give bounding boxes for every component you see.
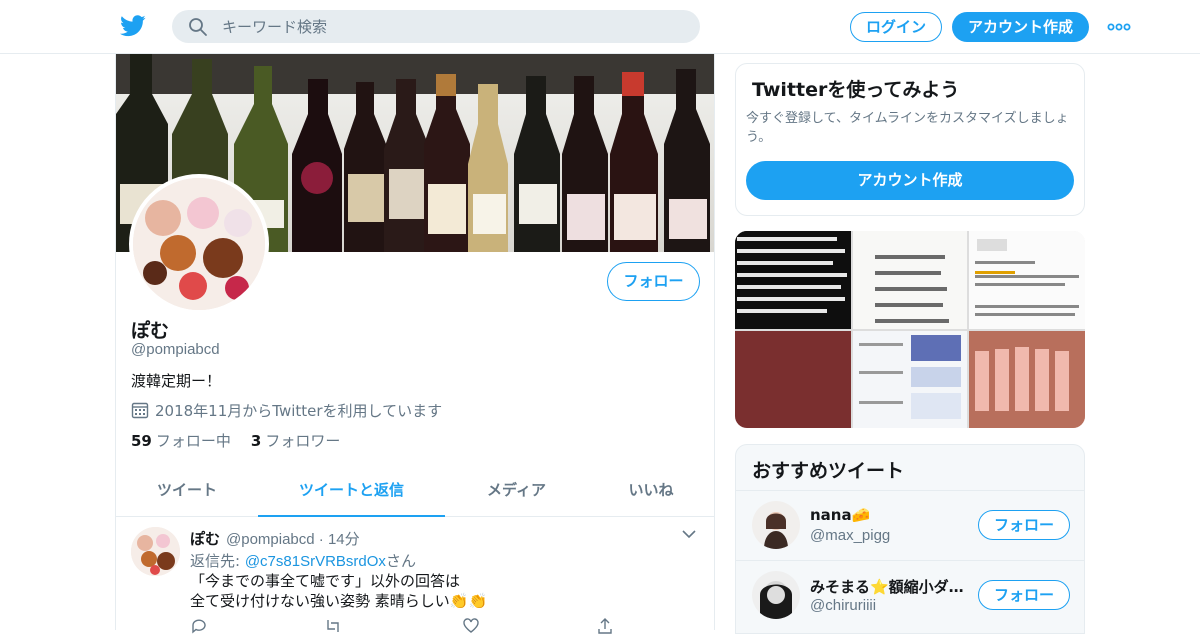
followers-count: 3: [250, 432, 262, 450]
top-navigation-bar: ログイン アカウント作成: [0, 0, 1200, 54]
following-label: フォロー中: [155, 432, 231, 450]
tweet-avatar-image: [131, 527, 180, 576]
reply-icon[interactable]: [190, 617, 208, 635]
avatar-sweets-image: [133, 178, 265, 310]
profile-avatar[interactable]: [129, 174, 269, 314]
tweet-actions: [190, 617, 630, 637]
tweet-time[interactable]: 14分: [328, 531, 360, 548]
share-icon[interactable]: [596, 617, 614, 635]
login-button[interactable]: ログイン: [850, 12, 942, 42]
recommended-user[interactable]: みそまる⭐️額縮小ダ… @chiruriiii フォロー: [736, 560, 1084, 630]
recommended-handle: @chiruriiii: [810, 597, 877, 614]
reply-suffix: さん: [385, 552, 416, 570]
twitter-bird-icon[interactable]: [120, 14, 146, 38]
followers-label: フォロワー: [265, 432, 341, 450]
media-thumb[interactable]: [969, 231, 1085, 329]
more-options-icon[interactable]: [1106, 17, 1132, 37]
signup-card-description: 今すぐ登録して、タイムラインをカスタマイズしましょう。: [746, 111, 1069, 145]
tab-likes[interactable]: いいね: [588, 466, 714, 517]
tweet-meta: @pompiabcd · 14分: [226, 531, 360, 548]
tab-media[interactable]: メディア: [445, 466, 588, 517]
signup-card-title: Twitterを使ってみよう: [752, 79, 960, 101]
profile-stats: 59 フォロー中 3 フォロワー: [131, 430, 340, 451]
signup-button[interactable]: アカウント作成: [952, 12, 1089, 42]
tweet-author-handle[interactable]: @pompiabcd: [226, 531, 315, 548]
like-icon[interactable]: [462, 617, 480, 635]
following-link[interactable]: 59 フォロー中: [131, 432, 231, 450]
reply-to-link[interactable]: @c7s81SrVRBsrdOx: [245, 553, 386, 570]
joined-date: 2018年11月からTwitterを利用しています: [131, 400, 442, 421]
media-thumb[interactable]: [969, 331, 1085, 428]
recommended-avatar[interactable]: [752, 501, 800, 549]
tab-tweets[interactable]: ツイート: [116, 466, 258, 517]
tab-tweets-and-replies[interactable]: ツイートと返信: [258, 466, 445, 517]
recommended-user[interactable]: nana🧀 @max_pigg フォロー: [736, 490, 1084, 560]
profile-column: フォロー ぽむ @pompiabcd 渡韓定期ー！ 2018年11月からTwit…: [115, 54, 715, 634]
recommended-tweets: おすすめツイート nana🧀 @max_pigg フォロー みそまる⭐️額縮小ダ…: [735, 444, 1085, 634]
retweet-icon[interactable]: [324, 617, 342, 635]
recommended-name: みそまる⭐️額縮小ダ…: [810, 578, 964, 596]
tweet-text: 「今までの事全て嘘です」以外の回答は 全て受け付けない強い姿勢 素晴らしい👏👏: [190, 572, 488, 610]
recommended-avatar[interactable]: [752, 571, 800, 619]
media-thumb[interactable]: [735, 331, 851, 428]
recommended-title: おすすめツイート: [752, 460, 905, 482]
signup-card: Twitterを使ってみよう 今すぐ登録して、タイムラインをカスタマイズしましょ…: [735, 63, 1085, 216]
following-count: 59: [131, 432, 152, 450]
media-thumb[interactable]: [853, 331, 967, 428]
tweet-avatar[interactable]: [131, 527, 180, 576]
recommended-name: nana🧀: [810, 506, 871, 524]
tweet-item[interactable]: ぽむ @pompiabcd · 14分 返信先: @c7s81SrVRBsrdO…: [116, 517, 714, 634]
calendar-icon: [131, 402, 149, 419]
media-grid: [735, 231, 1085, 428]
profile-name: ぽむ: [131, 320, 170, 342]
followers-link[interactable]: 3 フォロワー: [251, 432, 340, 450]
search-bar: [172, 10, 700, 43]
search-icon: [189, 18, 207, 36]
media-thumb[interactable]: [735, 231, 851, 329]
profile-bio: 渡韓定期ー！: [131, 372, 222, 390]
recommended-handle: @max_pigg: [810, 527, 891, 544]
joined-text: 2018年11月からTwitterを利用しています: [155, 402, 443, 420]
media-thumb[interactable]: [853, 231, 967, 329]
reply-prefix: 返信先:: [190, 552, 245, 570]
recommended-follow-button[interactable]: フォロー: [978, 580, 1070, 610]
tweet-reply-context: 返信先: @c7s81SrVRBsrdOxさん: [190, 550, 416, 571]
search-input[interactable]: [222, 10, 682, 43]
profile-tabs: ツイート ツイートと返信 メディア いいね: [116, 466, 714, 517]
signup-card-button[interactable]: アカウント作成: [746, 161, 1074, 200]
tweet-author-name[interactable]: ぽむ: [190, 528, 220, 549]
follow-button[interactable]: フォロー: [607, 262, 700, 301]
profile-handle: @pompiabcd: [131, 341, 220, 358]
recommended-follow-button[interactable]: フォロー: [978, 510, 1070, 540]
chevron-down-icon[interactable]: [682, 529, 696, 539]
